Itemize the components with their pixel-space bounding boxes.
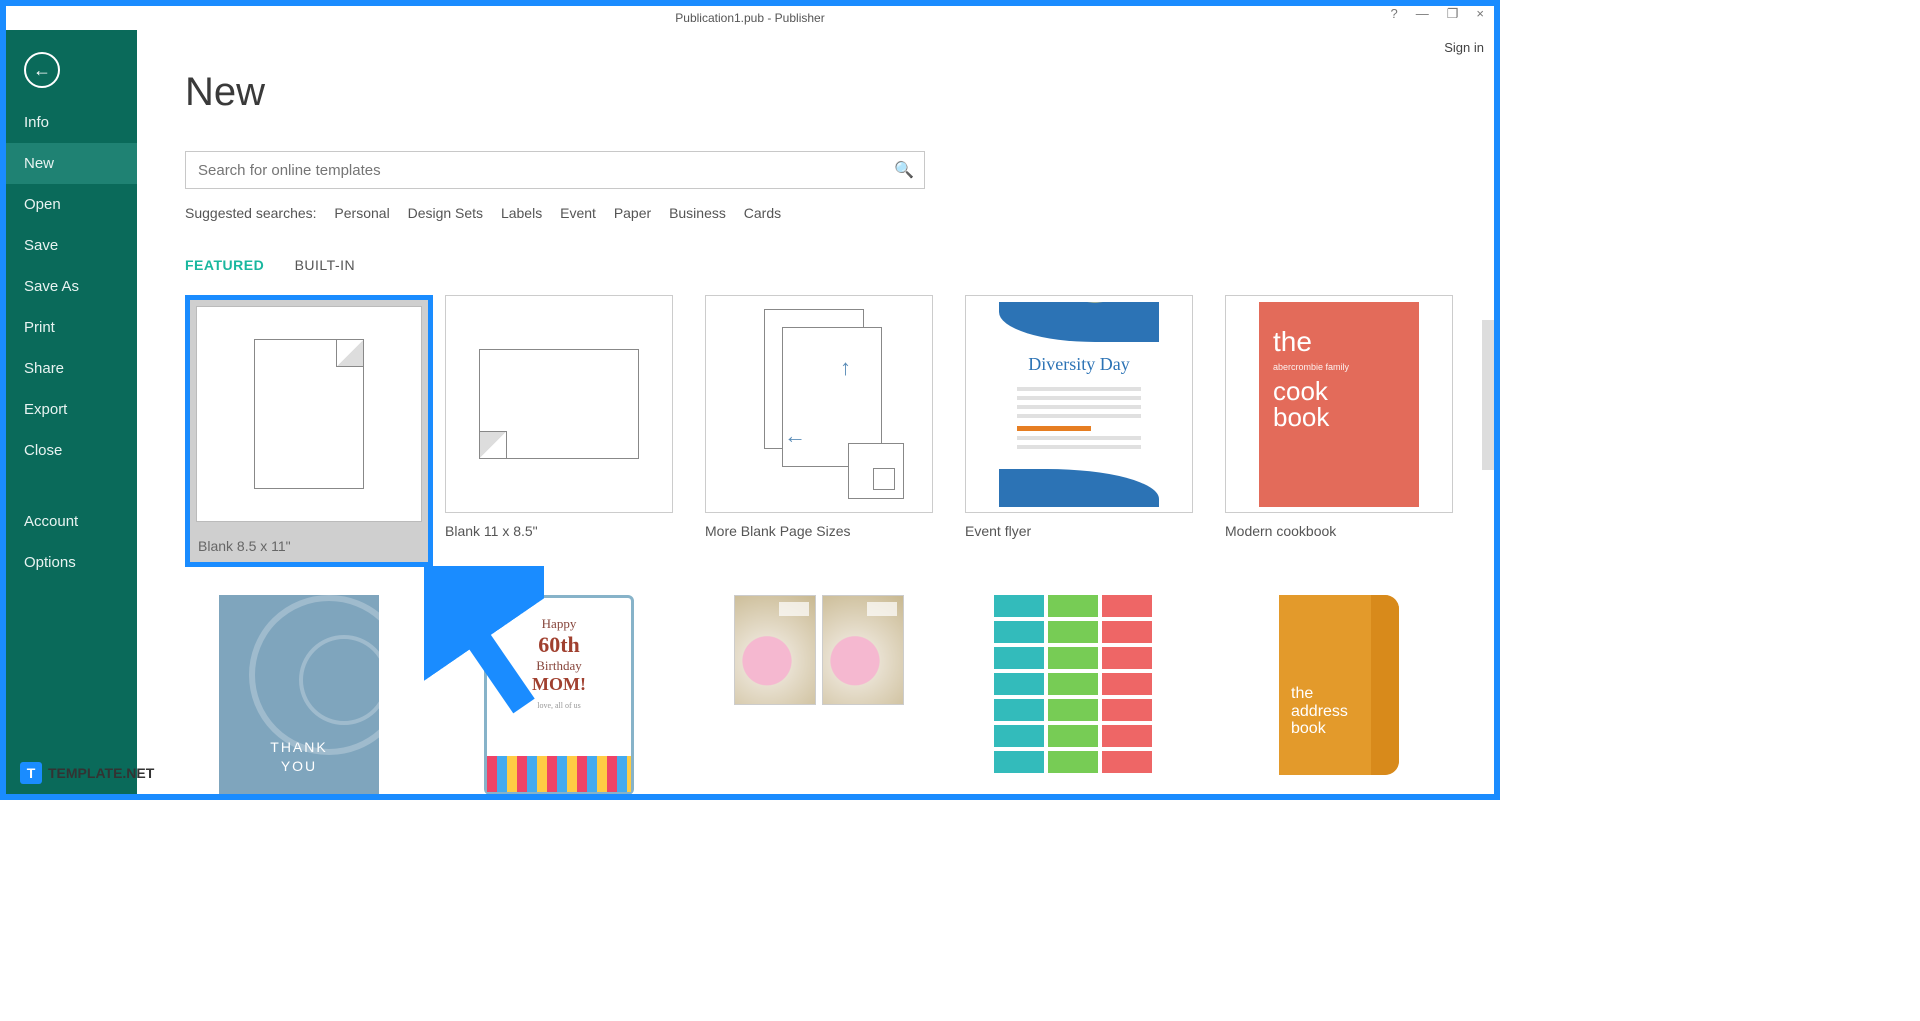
back-arrow-icon: ←: [33, 60, 51, 81]
addrbook-l3: book: [1291, 720, 1387, 738]
bday-preview: Happy 60th Birthday MOM! love, all of us: [484, 595, 634, 794]
template-thumb: the address book: [1225, 595, 1453, 775]
template-more-sizes[interactable]: ↑ ← More Blank Page Sizes: [705, 295, 953, 567]
sidebar-item-share[interactable]: Share: [6, 348, 137, 389]
addrbook-l1: the: [1291, 685, 1387, 703]
bday-h: Happy: [487, 616, 631, 632]
watermark: T TEMPLATE.NET: [20, 762, 154, 784]
template-photocard[interactable]: [705, 595, 953, 794]
sidebar-item-saveas[interactable]: Save As: [6, 266, 137, 307]
flyer-title: Diversity Day: [999, 354, 1159, 375]
search-input[interactable]: [186, 162, 884, 179]
thankyou-l2: YOU: [281, 758, 317, 774]
signin-link[interactable]: Sign in: [1444, 40, 1484, 55]
template-thumb: [965, 595, 1193, 785]
page-portrait-icon: [254, 339, 364, 489]
template-tabs: FEATURED BUILT-IN: [185, 257, 1494, 273]
suggested-paper[interactable]: Paper: [614, 205, 651, 221]
search-icon: 🔍: [894, 160, 914, 180]
sidebar-item-save[interactable]: Save: [6, 225, 137, 266]
suggested-label: Suggested searches:: [185, 205, 317, 221]
window-controls: ? — ❐ ×: [1391, 6, 1494, 22]
template-caption: Blank 8.5 x 11": [196, 532, 422, 556]
suggested-cards[interactable]: Cards: [744, 205, 781, 221]
titlebar: Publication1.pub - Publisher ? — ❐ ×: [6, 6, 1494, 30]
watermark-text: TEMPLATE.NET: [48, 765, 154, 781]
bday-big: 60th: [487, 632, 631, 658]
template-caption: Modern cookbook: [1225, 523, 1473, 539]
tab-builtin[interactable]: BUILT-IN: [295, 257, 356, 273]
template-thumb: Diversity Day: [965, 295, 1193, 513]
template-thumb: ↑ ←: [705, 295, 933, 513]
sidebar-item-account[interactable]: Account: [6, 501, 137, 542]
bday-m2: MOM!: [487, 674, 631, 695]
watermark-badge: T: [20, 762, 42, 784]
suggested-personal[interactable]: Personal: [334, 205, 389, 221]
addrbook-preview: the address book: [1279, 595, 1399, 775]
template-thumb: [705, 595, 933, 725]
template-thumb: [445, 295, 673, 513]
template-thumb: [196, 306, 422, 522]
more-sizes-icon: ↑ ←: [734, 309, 904, 499]
restore-button[interactable]: ❐: [1447, 6, 1459, 22]
search-button[interactable]: 🔍: [884, 152, 924, 188]
close-button[interactable]: ×: [1476, 6, 1484, 22]
template-thankyou[interactable]: THANKYOU: [185, 595, 433, 794]
template-event-flyer[interactable]: Diversity Day Event flyer: [965, 295, 1213, 567]
app-frame: Publication1.pub - Publisher ? — ❐ × ← I…: [0, 0, 1500, 800]
template-thumb: the abercrombie family cook book: [1225, 295, 1453, 513]
suggested-designsets[interactable]: Design Sets: [408, 205, 483, 221]
template-thumb: Happy 60th Birthday MOM! love, all of us: [445, 595, 673, 794]
template-birthday[interactable]: Happy 60th Birthday MOM! love, all of us: [445, 595, 693, 794]
arrow-up-icon: ↑: [840, 355, 851, 381]
tab-featured[interactable]: FEATURED: [185, 257, 264, 273]
backstage-sidebar: ← Info New Open Save Save As Print Share…: [6, 30, 137, 794]
suggested-event[interactable]: Event: [560, 205, 596, 221]
bday-s: love, all of us: [487, 701, 631, 710]
sidebar-item-info[interactable]: Info: [6, 102, 137, 143]
addrbook-l2: address: [1291, 703, 1387, 721]
template-blank-landscape[interactable]: Blank 11 x 8.5": [445, 295, 693, 567]
sidebar-item-new[interactable]: New: [6, 143, 137, 184]
sidebar-item-open[interactable]: Open: [6, 184, 137, 225]
help-button[interactable]: ?: [1391, 6, 1398, 22]
cookbook-line2: abercrombie family: [1273, 362, 1405, 372]
flyer-preview: Diversity Day: [999, 302, 1159, 507]
sidebar-item-options[interactable]: Options: [6, 542, 137, 583]
suggested-labels[interactable]: Labels: [501, 205, 542, 221]
template-grid: Blank 8.5 x 11" Blank 11 x 8.5" ↑: [185, 295, 1494, 794]
search-box: 🔍: [185, 151, 925, 189]
labels-preview: [994, 595, 1164, 785]
back-button[interactable]: ←: [24, 52, 60, 88]
vertical-scrollbar[interactable]: [1482, 320, 1494, 470]
photocard-preview: [729, 595, 909, 725]
template-caption: Event flyer: [965, 523, 1213, 539]
template-thumb: THANKYOU: [185, 595, 413, 794]
window-title: Publication1.pub - Publisher: [675, 11, 824, 25]
template-caption: More Blank Page Sizes: [705, 523, 953, 539]
template-addressbook[interactable]: the address book: [1225, 595, 1473, 794]
template-labels[interactable]: [965, 595, 1213, 794]
template-blank-portrait[interactable]: Blank 8.5 x 11": [185, 295, 433, 567]
cookbook-line3b: book: [1273, 404, 1405, 430]
cookbook-preview: the abercrombie family cook book: [1259, 302, 1419, 507]
sidebar-item-print[interactable]: Print: [6, 307, 137, 348]
template-modern-cookbook[interactable]: the abercrombie family cook book Modern …: [1225, 295, 1473, 567]
template-caption: Blank 11 x 8.5": [445, 523, 693, 539]
page-landscape-icon: [479, 349, 639, 459]
page-title: New: [185, 70, 1494, 115]
sidebar-item-close[interactable]: Close: [6, 430, 137, 471]
thankyou-preview: THANKYOU: [219, 595, 379, 794]
suggested-business[interactable]: Business: [669, 205, 726, 221]
suggested-searches: Suggested searches: Personal Design Sets…: [185, 205, 1494, 221]
main-pane: Sign in New 🔍 Suggested searches: Person…: [137, 30, 1494, 794]
minimize-button[interactable]: —: [1416, 6, 1429, 22]
bday-m1: Birthday: [487, 658, 631, 674]
sidebar-item-export[interactable]: Export: [6, 389, 137, 430]
cookbook-line3a: cook: [1273, 378, 1405, 404]
cookbook-line1: the: [1273, 326, 1405, 358]
arrow-left-icon: ←: [784, 423, 806, 449]
